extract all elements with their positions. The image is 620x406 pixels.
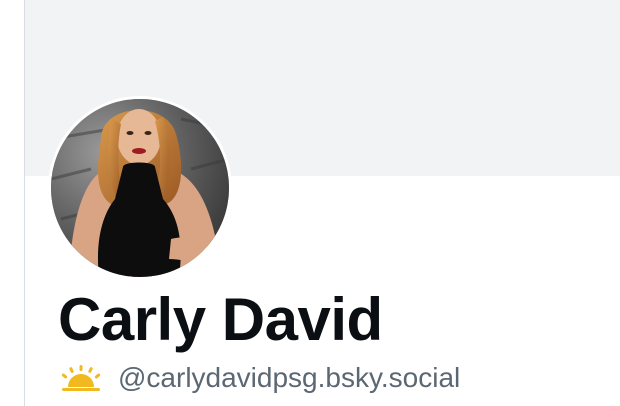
sunrise-icon <box>61 365 101 391</box>
avatar-image <box>51 99 229 277</box>
display-name: Carly David <box>58 286 383 353</box>
handle-row: @carlydavidpsg.bsky.social <box>60 358 460 398</box>
profile-handle[interactable]: @carlydavidpsg.bsky.social <box>118 362 460 394</box>
profile-avatar[interactable] <box>48 96 232 280</box>
profile-page: Carly David @carlydavidpsg.bsky.social <box>0 0 620 406</box>
